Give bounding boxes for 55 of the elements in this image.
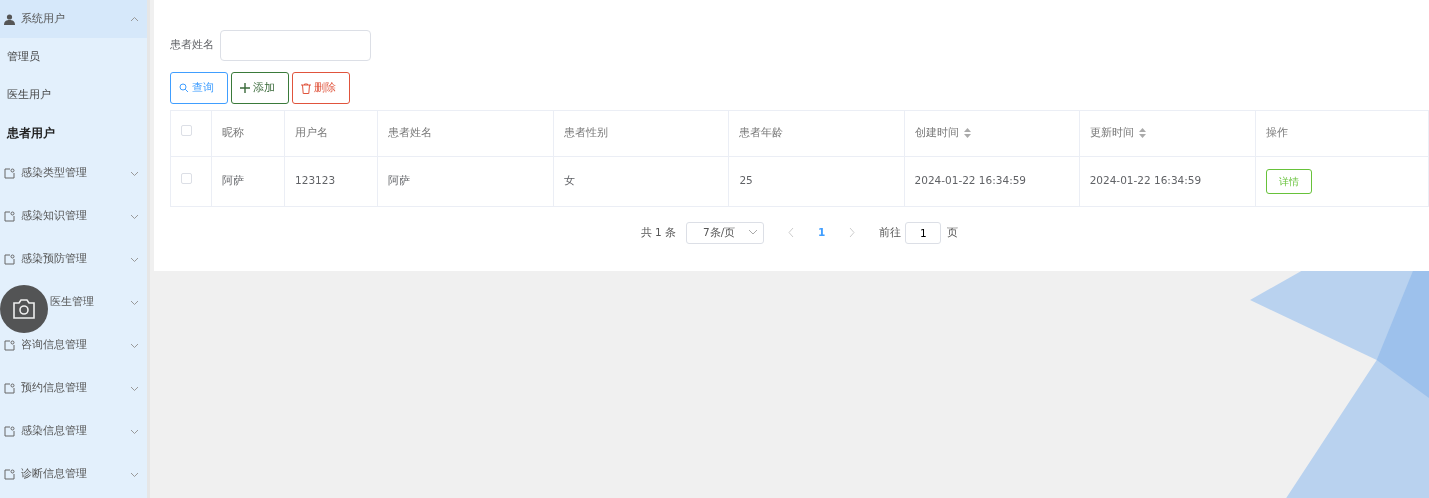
previous-page-icon[interactable] (788, 228, 794, 237)
user-icon (4, 13, 15, 25)
document-icon (4, 168, 15, 179)
search-icon (179, 83, 189, 93)
table-cell: 2024-01-22 16:34:59 (1089, 174, 1202, 187)
document-icon (4, 426, 15, 437)
page-suffix: 页 (947, 224, 959, 240)
delete-button[interactable]: 删除 (291, 72, 350, 104)
page-size-select[interactable]: 7条/页 (686, 221, 764, 244)
document-icon (4, 383, 15, 394)
sidebar-group[interactable]: 感染知识管理 (0, 195, 147, 238)
page-input[interactable]: 1 (905, 221, 942, 244)
column-header: 患者年龄 (739, 126, 784, 139)
table-cell: 25 (739, 174, 753, 187)
column-header: 用户名 (295, 126, 329, 139)
goto-label: 前往 (879, 224, 902, 240)
camera-icon (11, 298, 37, 320)
column-header: 昵称 (222, 126, 245, 139)
document-icon (4, 469, 15, 480)
column-header: 创建时间 (914, 126, 959, 139)
column-header: 操作 (1265, 126, 1288, 139)
sidebar-group[interactable]: 诊断信息管理 (0, 453, 147, 496)
table-cell: 阿萨 (388, 174, 411, 187)
sidebar-group[interactable]: 预约信息管理 (0, 367, 147, 410)
sidebar-item[interactable]: 患者用户 (0, 114, 147, 152)
sidebar-group[interactable]: 咨询信息管理 (0, 324, 147, 367)
add-button[interactable]: 添加 (230, 72, 289, 104)
sidebar-item[interactable]: 医生用户 (0, 76, 147, 114)
sidebar-group[interactable]: 系统用户 (0, 0, 147, 38)
sidebar-group[interactable]: 感染类型管理 (0, 152, 147, 195)
document-icon (4, 254, 15, 265)
column-header: 更新时间 (1089, 126, 1134, 139)
next-page-icon[interactable] (849, 228, 856, 237)
table-cell: 女 (564, 174, 576, 187)
sidebar-item[interactable]: 管理员 (0, 38, 147, 76)
sidebar-group[interactable]: 医生管理 (50, 294, 94, 311)
checkbox[interactable] (181, 173, 192, 185)
trash-icon (300, 82, 311, 94)
table-cell: 123123 (295, 174, 336, 187)
document-icon (4, 211, 15, 222)
sort-icon[interactable] (963, 128, 971, 139)
table-cell: 阿萨 (222, 174, 245, 187)
total-count: 共 1 条 (640, 224, 676, 240)
chevron-icon (749, 230, 757, 235)
column-header: 患者姓名 (388, 126, 433, 139)
sort-icon[interactable] (1138, 128, 1146, 139)
column-header: 患者性别 (564, 126, 609, 139)
table-cell: 2024-01-22 16:34:59 (914, 174, 1027, 187)
plus-icon (239, 83, 250, 93)
input-field[interactable] (219, 30, 371, 61)
sidebar-group[interactable]: 感染预防管理 (0, 238, 147, 281)
checkbox[interactable] (181, 125, 192, 137)
field-label: 患者姓名 (170, 37, 214, 54)
document-icon (4, 340, 15, 351)
sidebar-group[interactable]: 感染信息管理 (0, 410, 147, 453)
